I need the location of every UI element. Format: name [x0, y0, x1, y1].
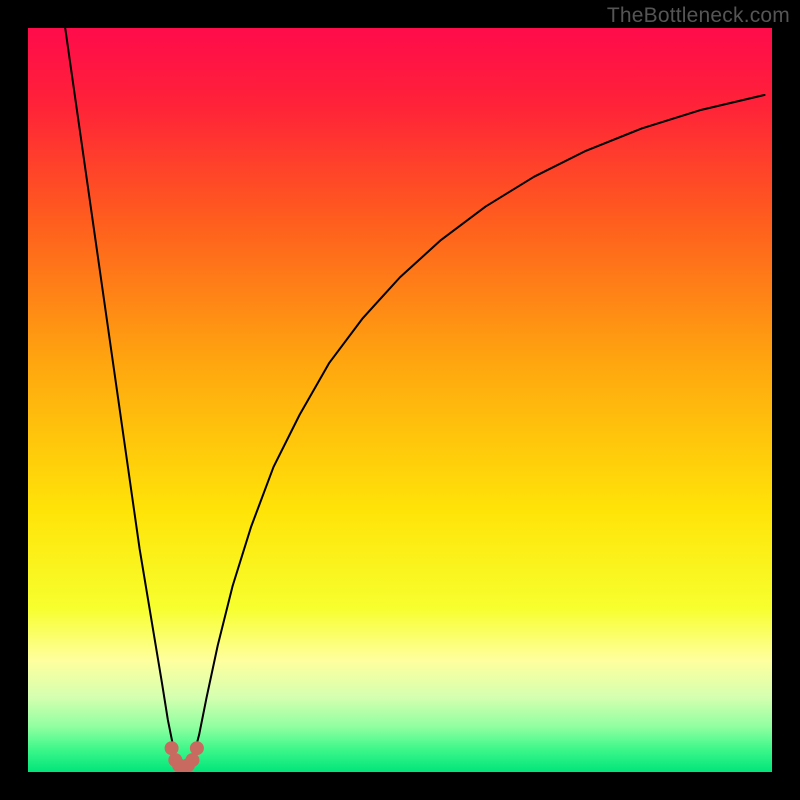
watermark-text: TheBottleneck.com [607, 4, 790, 28]
chart-svg [28, 28, 772, 772]
marker-dip-marker [165, 741, 179, 755]
gradient-background [28, 28, 772, 772]
marker-dip-marker [185, 753, 199, 767]
marker-dip-marker [190, 741, 204, 755]
plot-area [28, 28, 772, 772]
chart-frame: TheBottleneck.com [0, 0, 800, 800]
